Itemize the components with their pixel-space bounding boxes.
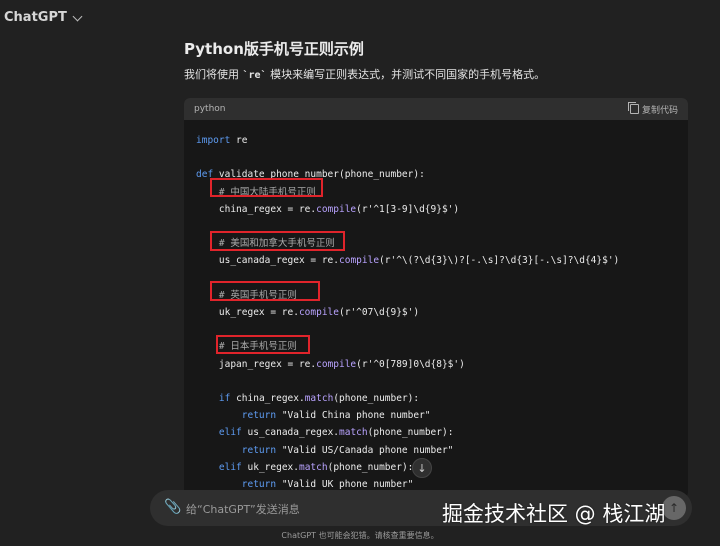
code-line: return "Valid China phone number"	[241, 410, 431, 422]
code-line: return "Valid US/Canada phone number"	[241, 444, 454, 456]
arrow-up-icon: ↑	[668, 501, 680, 515]
code-line: us_canada_regex = re.compile(r'^\(?\d{3}…	[196, 255, 620, 267]
highlight-box-china	[210, 178, 323, 197]
inline-code: `re`	[242, 70, 267, 81]
highlight-box-us-canada	[210, 231, 345, 251]
code-line: import re	[196, 135, 248, 146]
model-selector-button[interactable]: ChatGPT	[4, 10, 83, 25]
model-label: ChatGPT	[4, 10, 67, 25]
send-button[interactable]: ↑	[662, 496, 686, 520]
chevron-down-icon	[72, 11, 83, 21]
code-header: python 复制代码	[184, 98, 688, 120]
code-line: uk_regex = re.compile(r'^07\d{9}$')	[196, 307, 420, 318]
copy-code-button[interactable]: 复制代码	[627, 102, 678, 116]
code-line: china_regex = re.compile(r'^1[3-9]\d{9}$…	[196, 203, 460, 215]
copy-code-label: 复制代码	[641, 105, 678, 116]
code-line: japan_regex = re.compile(r'^0[789]0\d{8}…	[196, 358, 465, 370]
code-block: python 复制代码 import re def validate_phone_…	[184, 98, 688, 498]
response-title: Python版手机号正则示例	[184, 40, 364, 58]
watermark: 掘金技术社区 @ 栈江湖	[442, 502, 666, 526]
code-line: elif us_canada_regex.match(phone_number)…	[218, 427, 454, 439]
footer-disclaimer: ChatGPT 也可能会犯错。请核查重要信息。	[281, 531, 439, 540]
response-intro: 我们将使用 `re` 模块来编写正则表达式，并测试不同国家的手机号格式。	[184, 68, 546, 81]
code-line: if china_regex.match(phone_number):	[218, 393, 420, 404]
top-bar: ChatGPT	[0, 0, 720, 40]
highlight-box-uk	[210, 281, 320, 301]
code-line: elif uk_regex.match(phone_number):	[218, 461, 414, 473]
code-language: python	[194, 104, 226, 114]
scroll-down-button[interactable]: ↓	[412, 458, 432, 478]
highlight-box-japan	[216, 335, 310, 354]
copy-icon	[627, 102, 639, 114]
attach-icon[interactable]: 📎	[164, 499, 181, 515]
arrow-down-icon: ↓	[417, 461, 427, 475]
